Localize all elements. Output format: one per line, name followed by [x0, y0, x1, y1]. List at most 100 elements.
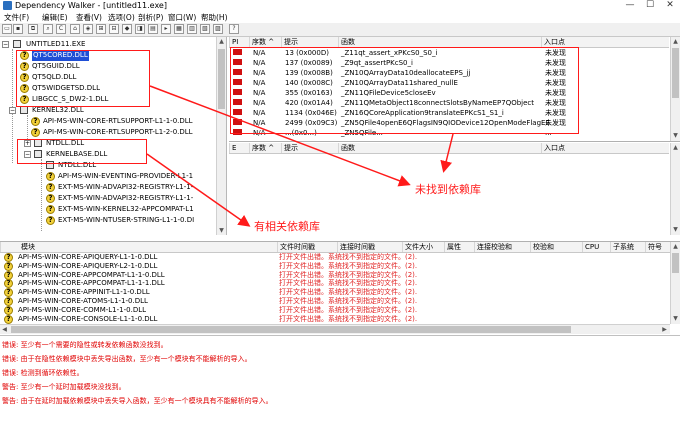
menu-window[interactable]: 窗口(W): [168, 12, 196, 23]
menu-profile[interactable]: 剖析(P): [138, 12, 163, 23]
menu-options[interactable]: 选项(O): [108, 12, 135, 23]
annotation-not-found: 未找到依赖库: [415, 183, 481, 196]
tile-icon[interactable]: ▦: [174, 24, 184, 34]
collapse-icon[interactable]: −: [9, 107, 16, 114]
module-row[interactable]: ? API-MS-WIN-CORE-APPCOMPAT-L1-1-0.DLL 打开文…: [0, 270, 670, 280]
missing-module-icon: ?: [4, 314, 13, 324]
find-icon[interactable]: ⌕: [43, 24, 53, 34]
col-function[interactable]: 函数: [338, 143, 541, 153]
module-icon[interactable]: ▤: [148, 24, 158, 34]
module-row[interactable]: ? API-MS-WIN-CORE-ATOMS-L1-1-0.DLL 打开文件出错。…: [0, 297, 670, 306]
expand-all-icon[interactable]: ⊞: [96, 24, 106, 34]
col-cpu[interactable]: CPU: [582, 242, 610, 252]
scroll-thumb[interactable]: [672, 253, 679, 273]
module-row[interactable]: ? API-MS-WIN-CORE-COMM-L1-1-0.DLL 打开文件出错。系…: [0, 305, 670, 315]
menu-file[interactable]: 文件(F): [4, 12, 29, 23]
scroll-thumb[interactable]: [11, 326, 571, 333]
col-e[interactable]: E: [229, 143, 249, 153]
window-title: Dependency Walker - [untitled11.exe]: [15, 1, 167, 10]
col-attr[interactable]: 属性: [444, 242, 474, 252]
module-error: 打开文件出错。系统找不到指定的文件。(2).: [279, 297, 418, 305]
minimize-button[interactable]: —: [620, 0, 640, 11]
col-ordinal[interactable]: 序数 ^: [249, 37, 281, 47]
module-error: 打开文件出错。系统找不到指定的文件。(2).: [279, 305, 418, 314]
missing-module-icon: ?: [4, 261, 13, 271]
col-subsystem[interactable]: 子系统: [610, 242, 645, 252]
scroll-thumb[interactable]: [672, 48, 679, 98]
col-hint[interactable]: 提示: [281, 143, 338, 153]
module-icon: [13, 40, 21, 48]
module-row[interactable]: ? API-MS-WIN-CORE-APPCOMPAT-L1-1-1.DLL 打开文…: [0, 279, 670, 289]
scroll-left-icon[interactable]: ◀: [0, 325, 9, 334]
module-row[interactable]: ? API-MS-WIN-CORE-APIQUERY-L2-1-0.DLL 打开文件…: [0, 261, 670, 271]
open-icon[interactable]: ▭: [2, 24, 12, 34]
scroll-thumb[interactable]: [218, 49, 225, 109]
full-paths-icon[interactable]: ⌂: [70, 24, 80, 34]
highlight-icon[interactable]: ◆: [122, 24, 132, 34]
module-name: API-MS-WIN-CORE-ATOMS-L1-1-0.DLL: [18, 297, 148, 305]
annotation-box-related: [17, 139, 147, 164]
module-row[interactable]: ? API-MS-WIN-CORE-CONSOLE-L1-1-0.DLL 打开文件出…: [0, 314, 670, 324]
scroll-up-icon[interactable]: ▲: [671, 242, 680, 251]
col-entry[interactable]: 入口点: [541, 37, 669, 47]
menu-help[interactable]: 帮助(H): [201, 12, 228, 23]
missing-module-icon: ?: [46, 172, 55, 181]
scroll-right-icon[interactable]: ▶: [660, 325, 669, 334]
c-plus-icon[interactable]: C: [56, 24, 66, 34]
window-list-icon[interactable]: ▧: [200, 24, 210, 34]
scroll-down-icon[interactable]: ▼: [217, 226, 226, 235]
col-file-time[interactable]: 文件时间戳: [277, 242, 337, 252]
scroll-down-icon[interactable]: ▼: [671, 225, 680, 234]
missing-module-icon: ?: [4, 288, 13, 298]
exports-scrollbar[interactable]: ▲ ▼: [670, 143, 680, 235]
col-function[interactable]: 函数: [338, 37, 541, 47]
module-row[interactable]: ? API-MS-WIN-CORE-APIQUERY-L1-1-0.DLL 打开文件…: [0, 253, 670, 262]
module-error: 打开文件出错。系统找不到指定的文件。(2).: [279, 261, 418, 270]
scroll-down-icon[interactable]: ▼: [671, 131, 680, 140]
col-checksum[interactable]: 校验和: [530, 242, 582, 252]
scroll-up-icon[interactable]: ▲: [671, 37, 680, 46]
col-link-time[interactable]: 连接时间戳: [337, 242, 402, 252]
annotation-box-missing: [16, 50, 150, 107]
module-error: 打开文件出错。系统找不到指定的文件。(2).: [279, 314, 418, 323]
imports-scrollbar[interactable]: ▲ ▼: [670, 37, 680, 141]
annotation-related: 有相关依赖库: [254, 220, 320, 233]
app-icon: [3, 1, 12, 10]
tree-scrollbar[interactable]: ▲ ▼: [216, 37, 226, 235]
next-icon[interactable]: ▸: [161, 24, 171, 34]
modules-scrollbar[interactable]: ▲ ▼: [670, 242, 680, 324]
cascade-icon[interactable]: ▥: [187, 24, 197, 34]
menu-edit[interactable]: 编辑(E): [42, 12, 68, 23]
arrange-icon[interactable]: ▨: [213, 24, 223, 34]
properties-icon[interactable]: ◨: [135, 24, 145, 34]
copy-icon[interactable]: ⧉: [28, 24, 38, 34]
module-row[interactable]: ? API-MS-WIN-CORE-APPINIT-L1-1-0.DLL 打开文件出…: [0, 288, 670, 298]
missing-module-icon: ?: [4, 279, 13, 289]
log-line: 错误: 至少有一个需要的隐性或转发依赖函数没找到。: [2, 341, 168, 349]
col-hint[interactable]: 提示: [281, 37, 338, 47]
module-name: API-MS-WIN-CORE-APPCOMPAT-L1-1-1.DLL: [18, 279, 165, 288]
collapse-icon[interactable]: −: [2, 41, 9, 48]
col-ordinal[interactable]: 序数 ^: [249, 143, 281, 153]
col-link-checksum[interactable]: 连接校验和: [474, 242, 530, 252]
module-name: API-MS-WIN-CORE-CONSOLE-L1-1-0.DLL: [18, 314, 158, 323]
close-button[interactable]: ✕: [660, 0, 680, 11]
undecorate-icon[interactable]: ◈: [83, 24, 93, 34]
scroll-up-icon[interactable]: ▲: [671, 143, 680, 152]
log-line: 警告: 由于在延时加载依赖模块中丢失导入函数，至少有一个模块具有不能解析的导入。: [2, 397, 273, 405]
col-entry[interactable]: 入口点: [541, 143, 669, 153]
save-icon[interactable]: ▪: [13, 24, 23, 34]
menu-view[interactable]: 查看(V): [76, 12, 102, 23]
help-icon[interactable]: ?: [229, 24, 239, 34]
scroll-up-icon[interactable]: ▲: [217, 37, 226, 46]
collapse-all-icon[interactable]: ⊟: [109, 24, 119, 34]
col-module[interactable]: 模块: [0, 242, 277, 252]
module-list[interactable]: 模块 文件时间戳 连接时间戳 文件大小 属性 连接校验和 校验和 CPU 子系统…: [0, 241, 680, 334]
modules-hscrollbar[interactable]: ◀ ▶: [0, 324, 670, 334]
scroll-down-icon[interactable]: ▼: [671, 314, 680, 323]
modules-header: 模块 文件时间戳 连接时间戳 文件大小 属性 连接校验和 校验和 CPU 子系统…: [0, 242, 670, 253]
maximize-button[interactable]: ☐: [640, 0, 660, 11]
col-pi[interactable]: PI: [229, 37, 249, 47]
col-file-size[interactable]: 文件大小: [402, 242, 444, 252]
col-symbol[interactable]: 符号: [645, 242, 670, 252]
